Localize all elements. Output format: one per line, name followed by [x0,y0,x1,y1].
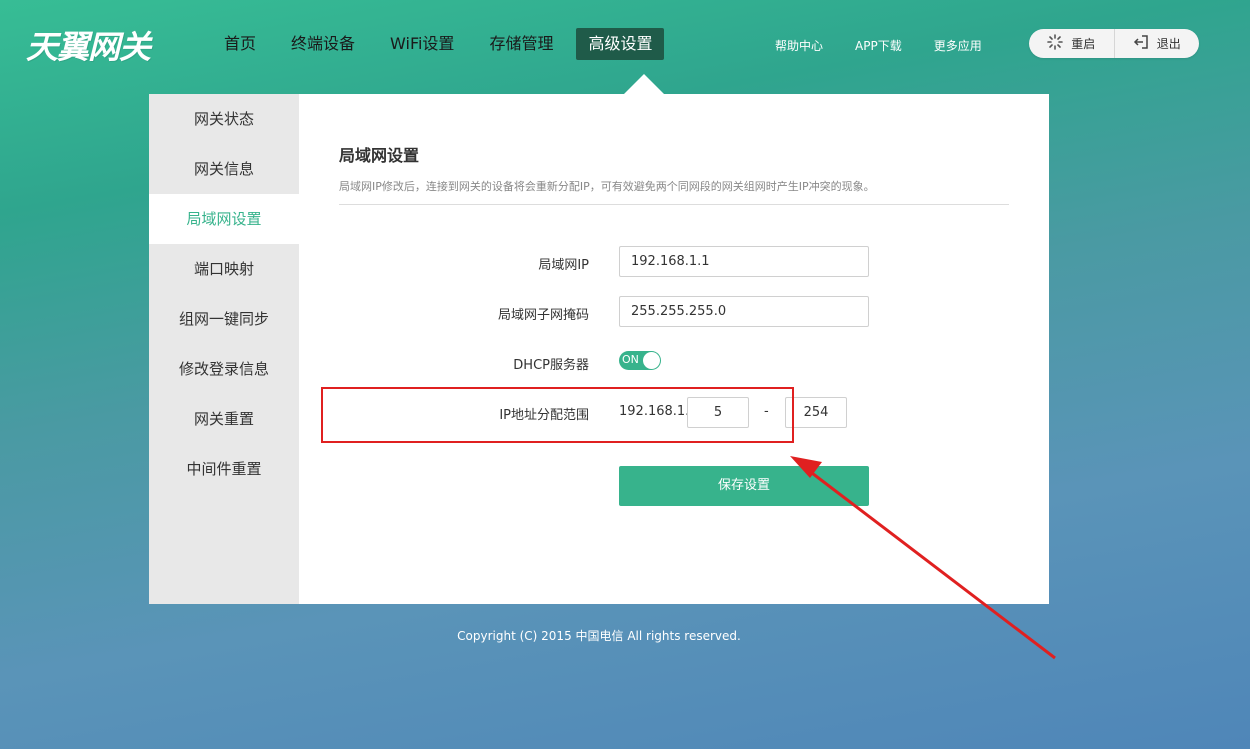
dhcp-toggle[interactable]: ON [619,351,661,370]
footer-copyright: Copyright (C) 2015 中国电信 All rights reser… [457,629,741,643]
reboot-label: 重启 [1071,37,1096,51]
dhcp-label: DHCP服务器 [513,358,589,373]
dhcp-toggle-text: ON [622,353,639,366]
dhcp-toggle-knob [643,352,660,369]
top-links: 帮助中心 APP下载 更多应用 [775,37,1014,54]
nav-advanced[interactable]: 高级设置 [576,28,665,60]
nav-storage[interactable]: 存储管理 [477,28,565,60]
link-more-apps[interactable]: 更多应用 [934,37,982,54]
lan-ip-label: 局域网IP [538,258,589,273]
save-settings-button[interactable]: 保存设置 [619,466,869,506]
lan-ip-input[interactable]: 192.168.1.1 [619,246,869,277]
annotation-highlight-box [321,387,794,443]
ip-range-end-input[interactable]: 254 [785,397,847,428]
section-divider [339,204,1009,205]
subnet-mask-label: 局域网子网掩码 [497,308,589,323]
sidebar-item-middleware-reset[interactable]: 中间件重置 [149,444,299,494]
subnet-mask-input[interactable]: 255.255.255.0 [619,296,869,327]
sidebar-item-port-mapping[interactable]: 端口映射 [149,244,299,294]
sidebar-item-gateway-status[interactable]: 网关状态 [149,94,299,144]
logo: 天翼网关 [26,28,151,66]
logout-icon [1133,34,1149,54]
reboot-button[interactable]: 重启 [1029,29,1114,58]
logout-button[interactable]: 退出 [1113,29,1200,58]
main-nav: 首页 终端设备 WiFi设置 存储管理 高级设置 [212,28,675,60]
settings-panel: 网关状态 网关信息 局域网设置 端口映射 组网一键同步 修改登录信息 网关重置 … [149,94,1049,604]
sidebar-item-network-sync[interactable]: 组网一键同步 [149,294,299,344]
sidebar-item-login-info[interactable]: 修改登录信息 [149,344,299,394]
sidebar-item-gateway-reset[interactable]: 网关重置 [149,394,299,444]
nav-devices[interactable]: 终端设备 [279,28,367,60]
section-title: 局域网设置 [339,146,420,165]
sidebar-item-lan-settings[interactable]: 局域网设置 [149,194,299,244]
nav-home[interactable]: 首页 [212,28,268,60]
lan-settings-content: 局域网设置 局域网IP修改后，连接到网关的设备将会重新分配IP，可有效避免两个同… [299,94,1049,604]
top-actions: 重启 退出 [1029,29,1199,58]
link-help[interactable]: 帮助中心 [775,37,823,54]
active-tab-caret [624,74,664,94]
sidebar-item-gateway-info[interactable]: 网关信息 [149,144,299,194]
loading-spinner-icon [1047,33,1064,54]
logout-label: 退出 [1156,37,1181,51]
section-description: 局域网IP修改后，连接到网关的设备将会重新分配IP，可有效避免两个同网段的网关组… [339,180,875,193]
sidebar: 网关状态 网关信息 局域网设置 端口映射 组网一键同步 修改登录信息 网关重置 … [149,94,299,604]
link-app-download[interactable]: APP下载 [855,37,902,54]
nav-wifi[interactable]: WiFi设置 [378,28,466,60]
